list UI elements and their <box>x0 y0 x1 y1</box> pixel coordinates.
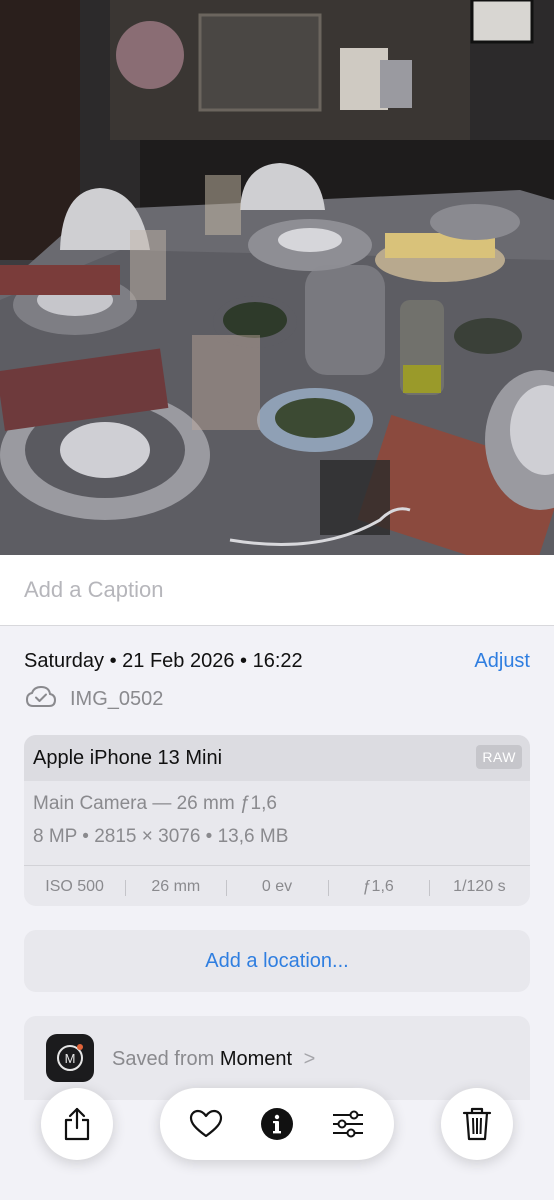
add-location-button[interactable]: Add a location... <box>24 930 530 992</box>
heart-icon[interactable] <box>186 1104 226 1144</box>
exif-exposure-bias: 0 ev <box>226 878 327 896</box>
saved-from-text: Saved from Moment > <box>112 1048 315 1071</box>
caption-area <box>0 555 554 626</box>
exif-aperture: ƒ1,6 <box>327 878 429 896</box>
device-name: Apple iPhone 13 Mini <box>33 747 223 769</box>
source-app-name: Moment <box>219 1048 293 1070</box>
share-button[interactable] <box>41 1088 113 1160</box>
raw-badge: RAW <box>476 745 522 769</box>
svg-text:M: M <box>65 1051 76 1066</box>
image-details: 8 MP • 2815 × 3076 • 13,6 MB <box>33 826 289 847</box>
camera-info-card: Apple iPhone 13 Mini RAW Main Camera — 2… <box>24 735 530 906</box>
photo-image <box>0 0 554 555</box>
photo[interactable] <box>0 0 554 555</box>
adjust-sliders-icon[interactable] <box>328 1104 368 1144</box>
delete-button[interactable] <box>441 1088 513 1160</box>
adjust-date-button[interactable]: Adjust <box>474 650 530 673</box>
chevron-right-icon: > <box>303 1048 316 1070</box>
file-name: IMG_0502 <box>70 688 164 710</box>
info-icon[interactable] <box>257 1104 297 1144</box>
caption-input[interactable] <box>24 573 524 607</box>
toolbar-action-group <box>160 1088 394 1160</box>
icloud-check-icon <box>24 684 58 715</box>
exif-row: ISO 500 26 mm 0 ev ƒ1,6 1/120 s <box>24 865 530 906</box>
moment-app-icon: M <box>46 1034 94 1082</box>
camera-card-header: Apple iPhone 13 Mini RAW <box>24 735 530 781</box>
trash-icon <box>457 1104 497 1144</box>
photo-date: Saturday • 21 Feb 2026 • 16:22 <box>24 650 303 672</box>
share-icon <box>57 1104 97 1144</box>
exif-focal-length: 26 mm <box>125 878 226 896</box>
exif-shutter-speed: 1/120 s <box>428 878 530 896</box>
file-info-row: IMG_0502 <box>24 684 163 715</box>
exif-iso: ISO 500 <box>45 877 104 895</box>
lens-info: Main Camera — 26 mm ƒ1,6 <box>33 793 277 814</box>
saved-from-label: Saved from <box>112 1048 215 1070</box>
